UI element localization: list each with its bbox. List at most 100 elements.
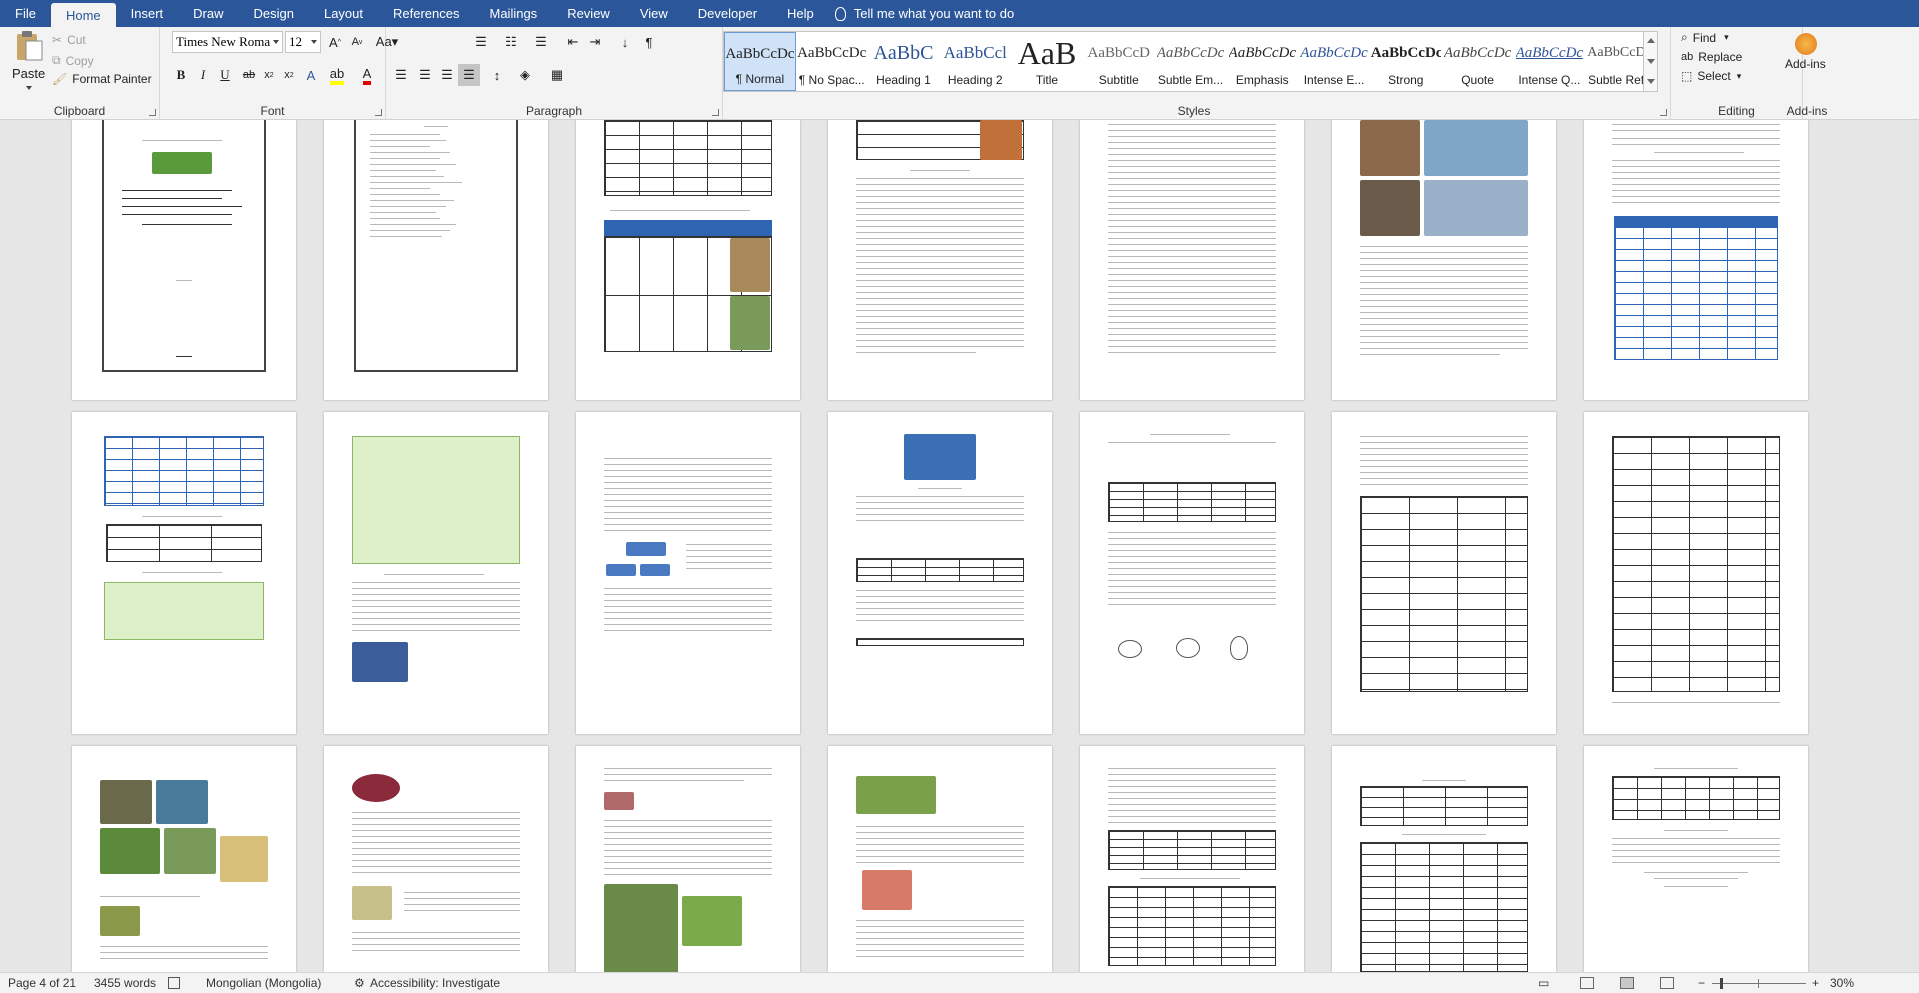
document-page[interactable] bbox=[1584, 412, 1808, 734]
borders-icon[interactable]: ▦ bbox=[546, 64, 568, 86]
justify-icon[interactable]: ☰ bbox=[458, 64, 480, 86]
paste-button[interactable]: Paste bbox=[6, 30, 52, 98]
document-page[interactable] bbox=[1584, 120, 1808, 400]
zoom-out-icon[interactable]: − bbox=[1698, 976, 1705, 990]
font-launcher-icon[interactable] bbox=[375, 109, 382, 116]
replace-button[interactable]: ab Replace bbox=[1681, 50, 1742, 64]
language-status[interactable]: Mongolian (Mongolia) bbox=[206, 976, 321, 990]
read-mode-icon[interactable] bbox=[1580, 977, 1594, 989]
subscript-icon[interactable]: x2 bbox=[258, 64, 280, 86]
align-left-icon[interactable]: ☰ bbox=[390, 64, 412, 86]
style-subtle-emphasis[interactable]: AaBbCcDc Subtle Em... bbox=[1155, 32, 1227, 91]
document-page[interactable] bbox=[1332, 120, 1556, 400]
line-spacing-icon[interactable]: ↕ bbox=[486, 64, 508, 86]
document-page[interactable] bbox=[828, 412, 1052, 734]
font-size-combo[interactable]: 12 bbox=[285, 31, 321, 53]
align-right-icon[interactable]: ☰ bbox=[436, 64, 458, 86]
addins-icon[interactable] bbox=[1795, 33, 1817, 55]
format-painter-button[interactable]: 🖌 Format Painter bbox=[52, 72, 152, 86]
highlight-icon[interactable]: ab bbox=[326, 64, 348, 86]
print-layout-icon[interactable] bbox=[1620, 977, 1634, 989]
sort-icon[interactable]: ↓ bbox=[614, 31, 636, 53]
document-page[interactable] bbox=[72, 746, 296, 972]
tab-references[interactable]: References bbox=[378, 0, 474, 27]
more-styles-icon[interactable] bbox=[1647, 79, 1655, 84]
document-page[interactable] bbox=[1080, 746, 1304, 972]
italic-icon[interactable]: I bbox=[192, 64, 214, 86]
style-heading-1[interactable]: AaBbC Heading 1 bbox=[868, 32, 940, 91]
tab-layout[interactable]: Layout bbox=[309, 0, 378, 27]
shrink-font-icon[interactable]: Av bbox=[346, 31, 368, 53]
tab-mailings[interactable]: Mailings bbox=[475, 0, 553, 27]
tab-help[interactable]: Help bbox=[772, 0, 829, 27]
document-page[interactable] bbox=[576, 412, 800, 734]
text-effects-icon[interactable]: A bbox=[300, 64, 322, 86]
shading-icon[interactable]: ◈ bbox=[514, 64, 536, 86]
scroll-up-icon[interactable] bbox=[1647, 38, 1655, 43]
style-emphasis[interactable]: AaBbCcDc Emphasis bbox=[1226, 32, 1298, 91]
document-page[interactable] bbox=[1332, 412, 1556, 734]
tab-review[interactable]: Review bbox=[552, 0, 625, 27]
align-center-icon[interactable]: ☰ bbox=[414, 64, 436, 86]
document-page[interactable] bbox=[324, 412, 548, 734]
copy-button[interactable]: ⧉ Copy bbox=[52, 53, 94, 68]
multilevel-list-icon[interactable]: ☰ bbox=[530, 31, 552, 53]
cut-button[interactable]: ✂ Cut bbox=[52, 33, 86, 47]
document-page[interactable] bbox=[1584, 746, 1808, 972]
document-page[interactable] bbox=[324, 746, 548, 972]
focus-icon[interactable]: ▭ bbox=[1538, 976, 1549, 990]
tab-design[interactable]: Design bbox=[239, 0, 309, 27]
show-marks-icon[interactable]: ¶ bbox=[638, 31, 660, 53]
font-color-icon[interactable]: A bbox=[356, 64, 378, 86]
superscript-icon[interactable]: x2 bbox=[278, 64, 300, 86]
document-page[interactable] bbox=[576, 120, 800, 400]
style-normal[interactable]: AaBbCcDc ¶ Normal bbox=[724, 32, 796, 91]
font-name-combo[interactable]: Times New Roma bbox=[172, 31, 283, 53]
document-page[interactable] bbox=[576, 746, 800, 972]
document-page[interactable] bbox=[1332, 746, 1556, 972]
grow-font-icon[interactable]: A ^ bbox=[324, 31, 346, 53]
style-no-spacing[interactable]: AaBbCcDc ¶ No Spac... bbox=[796, 32, 868, 91]
document-canvas[interactable] bbox=[0, 120, 1919, 972]
styles-gallery-scroll[interactable] bbox=[1643, 32, 1657, 91]
tab-view[interactable]: View bbox=[625, 0, 683, 27]
style-intense-emphasis[interactable]: AaBbCcDc Intense E... bbox=[1298, 32, 1370, 91]
zoom-slider-thumb[interactable] bbox=[1720, 978, 1723, 989]
tab-home[interactable]: Home bbox=[50, 3, 116, 27]
page-count[interactable]: Page 4 of 21 bbox=[8, 976, 76, 990]
tab-insert[interactable]: Insert bbox=[116, 0, 179, 27]
zoom-in-icon[interactable]: + bbox=[1812, 976, 1819, 990]
style-subtitle[interactable]: AaBbCcD Subtitle bbox=[1083, 32, 1155, 91]
proofing-icon[interactable] bbox=[168, 977, 180, 989]
bullets-icon[interactable]: ☰ bbox=[470, 31, 492, 53]
style-intense-quote[interactable]: AaBbCcDc Intense Q... bbox=[1513, 32, 1585, 91]
styles-launcher-icon[interactable] bbox=[1660, 109, 1667, 116]
document-page[interactable] bbox=[324, 120, 548, 400]
zoom-level[interactable]: 30% bbox=[1830, 976, 1854, 990]
bold-icon[interactable]: B bbox=[170, 64, 192, 86]
tell-me-search[interactable]: Tell me what you want to do bbox=[829, 0, 1029, 27]
numbering-icon[interactable]: ☷ bbox=[500, 31, 522, 53]
style-quote[interactable]: AaBbCcDc Quote bbox=[1442, 32, 1514, 91]
style-heading-2[interactable]: AaBbCcl Heading 2 bbox=[939, 32, 1011, 91]
decrease-indent-icon[interactable]: ⇤ bbox=[562, 31, 584, 53]
clipboard-launcher-icon[interactable] bbox=[149, 109, 156, 116]
scroll-down-icon[interactable] bbox=[1647, 59, 1655, 64]
document-page[interactable] bbox=[1080, 120, 1304, 400]
style-strong[interactable]: AaBbCcDc Strong bbox=[1370, 32, 1442, 91]
tab-draw[interactable]: Draw bbox=[178, 0, 238, 27]
underline-icon[interactable]: U bbox=[214, 64, 236, 86]
document-page[interactable] bbox=[1080, 412, 1304, 734]
word-count[interactable]: 3455 words bbox=[94, 976, 156, 990]
tab-file[interactable]: File bbox=[0, 0, 51, 27]
web-layout-icon[interactable] bbox=[1660, 977, 1674, 989]
select-button[interactable]: ⬚ Select ▾ bbox=[1681, 69, 1741, 83]
style-title[interactable]: AaB Title bbox=[1011, 32, 1083, 91]
document-page[interactable] bbox=[72, 120, 296, 400]
tab-developer[interactable]: Developer bbox=[683, 0, 772, 27]
document-page[interactable] bbox=[72, 412, 296, 734]
strikethrough-icon[interactable]: ab bbox=[238, 64, 260, 86]
addins-button[interactable]: Add-ins bbox=[1785, 57, 1826, 71]
accessibility-status[interactable]: Accessibility: Investigate bbox=[370, 976, 500, 990]
zoom-slider[interactable] bbox=[1712, 983, 1806, 984]
